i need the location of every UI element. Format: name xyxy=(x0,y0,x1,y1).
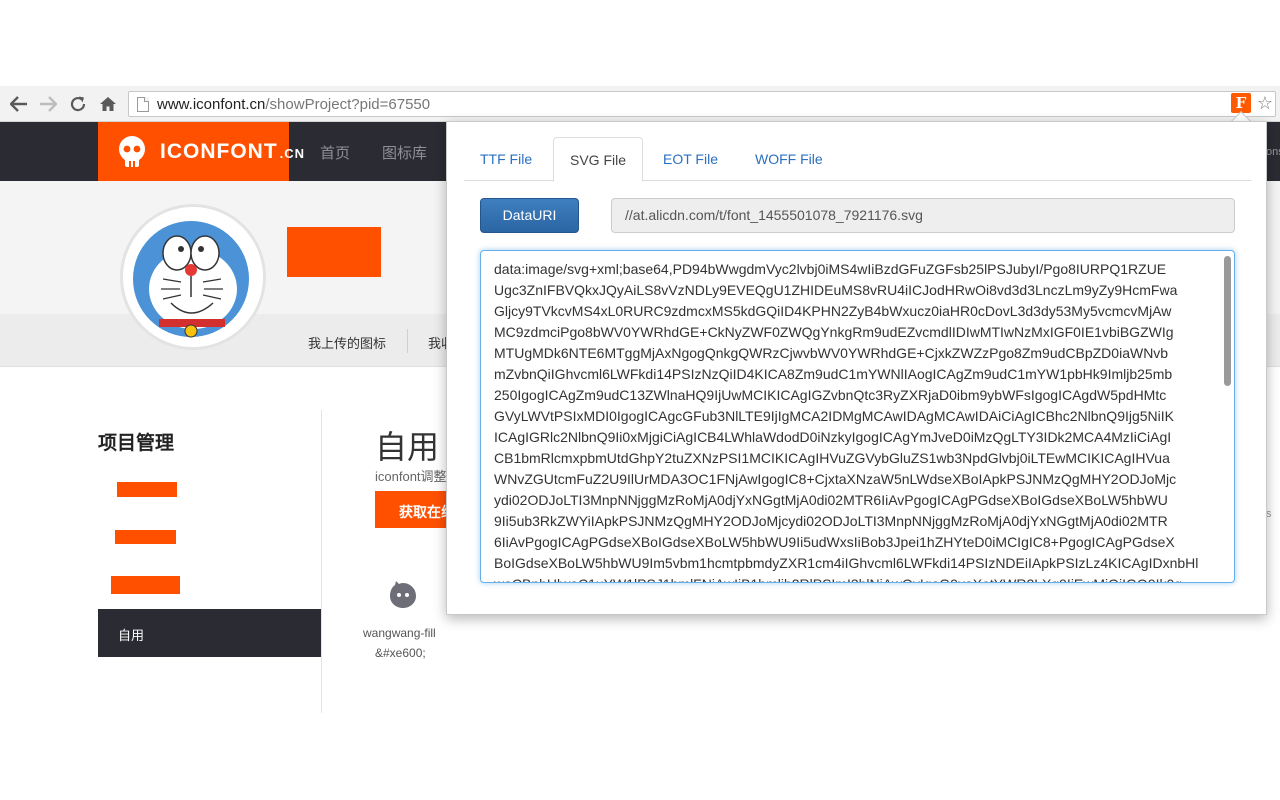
tab-ttf-file[interactable]: TTF File xyxy=(464,137,548,181)
datauri-line: Ugc3ZnIFBVQkxJQyAiLS8vVzNDLy9EVEQgU1ZHID… xyxy=(494,282,1178,298)
datauri-button[interactable]: DataURI xyxy=(480,198,579,233)
icon-name: wangwang-fill xyxy=(363,626,436,640)
datauri-content: data:image/svg+xml;base64,PD94bWwgdmVyc2… xyxy=(494,259,1222,582)
datauri-line: 9Ii5ub3RkZWYiIApkPSJNMzQgMHY2ODJoMjcydi0… xyxy=(494,513,1168,529)
datauri-line: MTUgMDk6NTE6MTggMjAxNgogQnkgQWRzCjwvbWV0… xyxy=(494,345,1169,361)
datauri-line: ydi02ODJoLTI3MnpNNjggMzRoMjA0djYxNGgtMjA… xyxy=(494,492,1168,508)
tab-divider xyxy=(407,329,408,353)
get-online-link-button[interactable]: 获取在线 xyxy=(375,491,447,528)
datauri-textarea[interactable]: data:image/svg+xml;base64,PD94bWwgdmVyc2… xyxy=(480,250,1235,583)
browser-toolbar: www.iconfont.cn/showProject?pid=67550 F … xyxy=(0,86,1280,122)
sidebar-title: 项目管理 xyxy=(98,433,175,454)
extension-popup: TTF File SVG File EOT File WOFF File Dat… xyxy=(446,121,1267,615)
sidebar-item-redacted-3[interactable] xyxy=(111,576,180,594)
skull-logo-icon xyxy=(114,134,150,170)
doraemon-avatar-icon xyxy=(123,207,263,347)
project-description: iconfont调整 xyxy=(375,469,447,484)
url-text: www.iconfont.cn/showProject?pid=67550 xyxy=(157,96,431,113)
iconfont-extension-icon[interactable]: F xyxy=(1231,93,1251,113)
reload-icon[interactable] xyxy=(67,93,89,115)
datauri-line: Gljcy9TVkcvMS4xL0RURC9zdmcxMS5kdGQiID4KP… xyxy=(494,303,1172,319)
logo-text: ICONFONT .CN xyxy=(160,139,306,163)
home-icon[interactable] xyxy=(97,93,119,115)
icon-code: &#xe600; xyxy=(375,646,426,660)
tab-svg-file[interactable]: SVG File xyxy=(553,137,644,182)
nav-home[interactable]: 首页 xyxy=(320,142,350,163)
iconfont-logo[interactable]: ICONFONT .CN xyxy=(98,122,304,181)
datauri-line: data:image/svg+xml;base64,PD94bWwgdmVyc2… xyxy=(494,261,1167,277)
page-icon xyxy=(137,97,149,112)
sidebar-item-redacted-2[interactable] xyxy=(115,530,176,544)
datauri-line: WNvZGUtcmFuZ2U9IlUrMDA3OC1FNjAwIgogIC8+C… xyxy=(494,471,1177,487)
datauri-line: mZvbnQiIGhvcml6LWFkdi14PSIzNzQiID4KICA8Z… xyxy=(494,366,1173,382)
sidebar-item-label: 自用 xyxy=(118,628,145,643)
datauri-line: 6IiAvPgogICAgPGdseXBoIGdseXBoLW5hbWU9Ii5… xyxy=(494,534,1175,550)
tab-my-uploads[interactable]: 我上传的图标 xyxy=(308,333,386,352)
datauri-line: MC9zdmciPgo8bWV0YWRhdGE+CkNyZWF0ZWQgYnkg… xyxy=(494,324,1174,340)
datauri-line: 250IgogICAgZm9udC13ZWlnaHQ9IjUwMCIKICAgI… xyxy=(494,387,1167,403)
datauri-line: BoIGdseXBoLW5hbWU9Im5vbm1hcmtpbmdyZXR1cm… xyxy=(494,555,1199,571)
tab-eot-file[interactable]: EOT File xyxy=(647,137,734,181)
file-tabs: TTF File SVG File EOT File WOFF File xyxy=(464,137,1251,182)
content-divider xyxy=(321,410,322,713)
address-bar[interactable]: www.iconfont.cn/showProject?pid=67550 F … xyxy=(128,91,1276,117)
back-arrow-icon[interactable] xyxy=(8,93,30,115)
username-redacted xyxy=(287,227,381,277)
bookmark-star-icon[interactable]: ☆ xyxy=(1255,93,1275,113)
sidebar-item-redacted-1[interactable] xyxy=(117,482,177,497)
font-url-field[interactable]: //at.alicdn.com/t/font_1455501078_792117… xyxy=(611,198,1235,233)
datauri-line: waCBnbHlwaC1uYW1lPSJ1bmlFNjAwIiB1bmljb2R… xyxy=(494,574,1222,582)
sidebar-item-active[interactable]: 自用 xyxy=(98,609,321,657)
tab-woff-file[interactable]: WOFF File xyxy=(739,137,839,181)
datauri-line: GVyLWVtPSIxMDI0IgogICAgcGFub3NlLTE9IjIgM… xyxy=(494,408,1174,424)
datauri-line: ICAgIGRlc2NlbnQ9Ii0xMjgiCiAgICB4LWhlaWdo… xyxy=(494,429,1172,445)
wangwang-fill-icon[interactable] xyxy=(388,580,418,610)
project-title: 自用 xyxy=(375,429,440,465)
screen: www.iconfont.cn/showProject?pid=67550 F … xyxy=(0,0,1280,800)
textarea-scrollbar[interactable] xyxy=(1224,256,1231,386)
datauri-line: CB1bmRlcmxpbmUtdGhpY2tuZXNzPSI1MCIKICAgI… xyxy=(494,450,1170,466)
forward-arrow-icon[interactable] xyxy=(37,93,59,115)
avatar[interactable] xyxy=(120,204,266,350)
nav-icon-library[interactable]: 图标库 xyxy=(382,142,427,163)
edge-text-fragment-top: ons xyxy=(1266,146,1280,158)
